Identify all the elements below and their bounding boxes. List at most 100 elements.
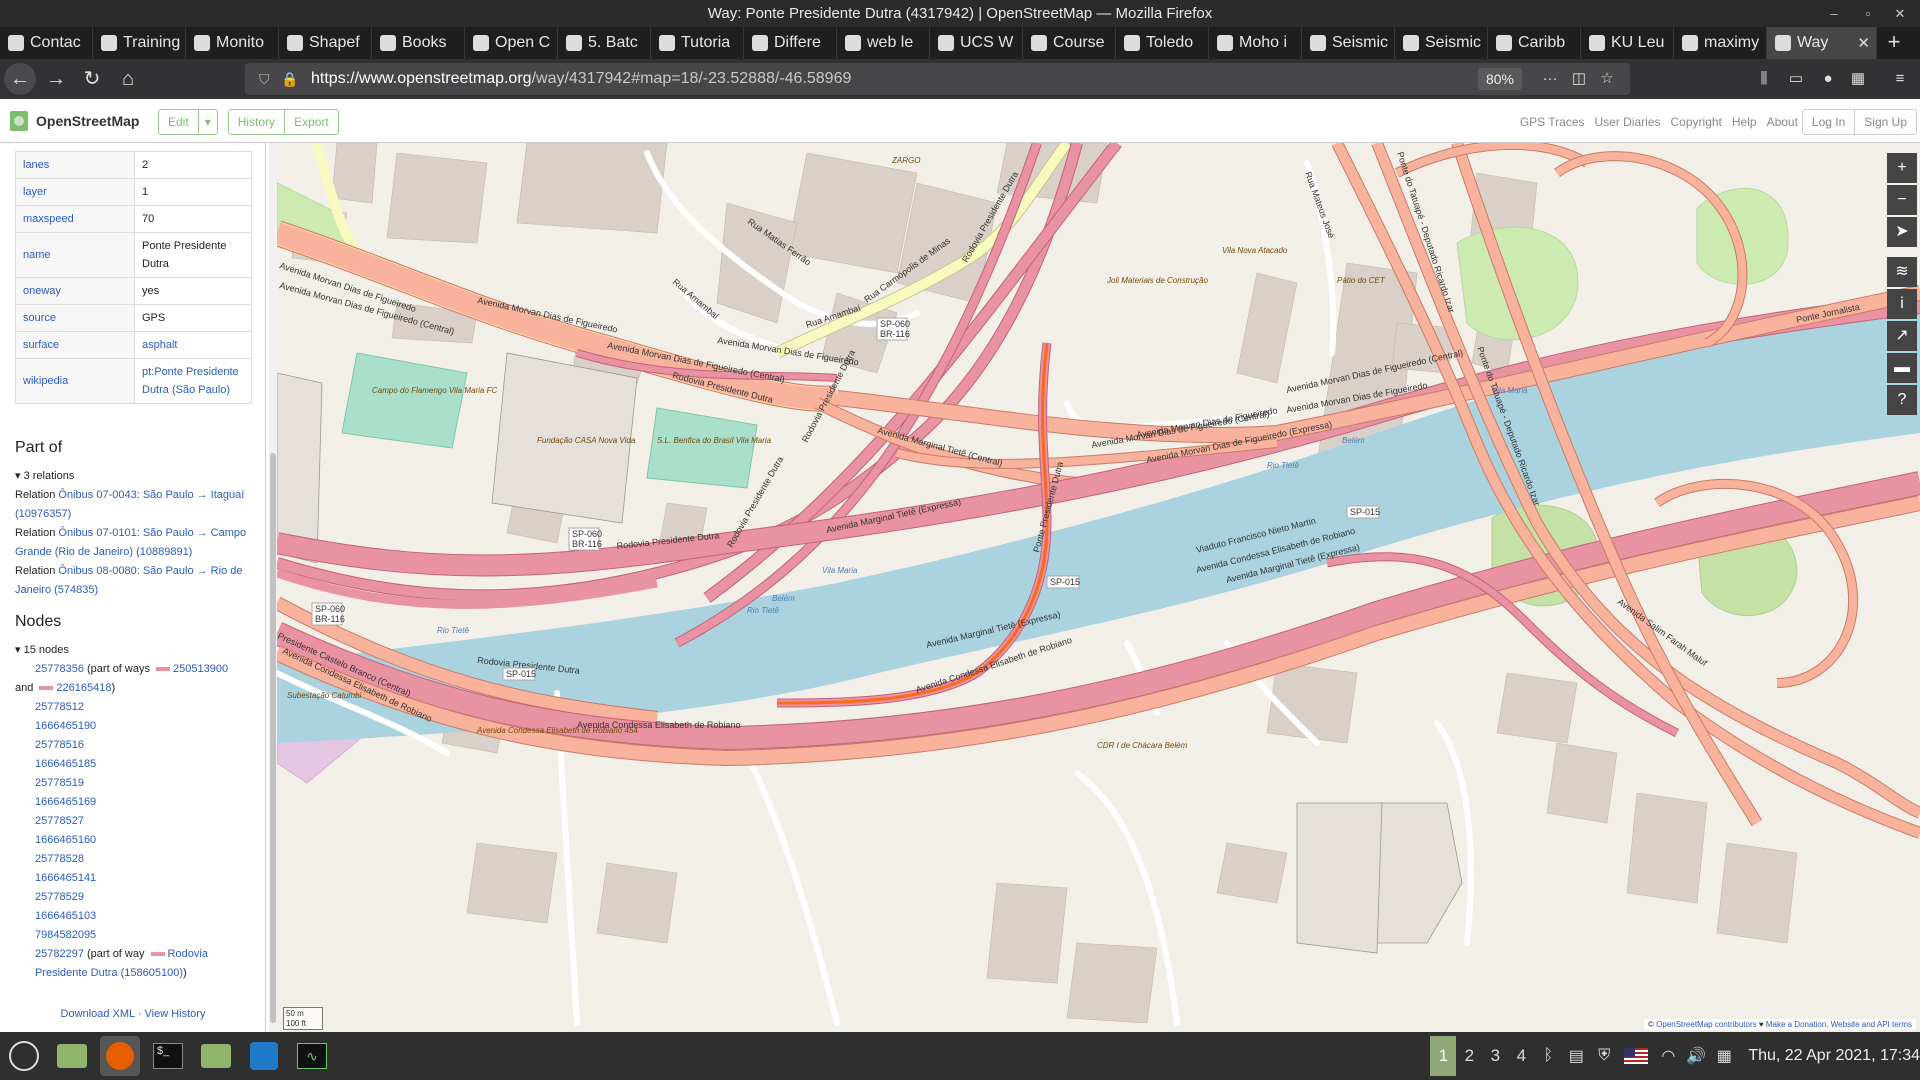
browser-tab[interactable]: Course (1023, 27, 1116, 59)
tag-key[interactable]: maxspeed (15, 205, 135, 233)
browser-tab[interactable]: 5. Batc (558, 27, 651, 59)
sidebar-toggle-icon[interactable]: ▭ (1784, 67, 1808, 91)
workspace-1[interactable]: 1 (1430, 1036, 1457, 1076)
browser-tab[interactable]: Moho i (1209, 27, 1302, 59)
attrib-link[interactable]: OpenStreetMap contributors (1656, 1020, 1757, 1029)
download-xml-link[interactable]: Download XML (61, 1008, 135, 1020)
donate-link[interactable]: Make a Donation (1766, 1020, 1826, 1029)
node-link[interactable]: 7984582095 (15, 926, 255, 945)
node-link[interactable]: 25778519 (15, 774, 255, 793)
browser-tab[interactable]: Books (372, 27, 465, 59)
map-canvas[interactable]: Avenida Morvan Dias de Figueiredo Avenid… (277, 143, 1920, 1032)
nav-link-user-diaries[interactable]: User Diaries (1595, 115, 1661, 129)
relation-id[interactable]: (10889891) (136, 546, 192, 558)
close-tab-icon[interactable]: ✕ (1857, 34, 1870, 52)
terms-link[interactable]: . Website and API terms (1826, 1020, 1912, 1029)
query-icon[interactable]: ? (1887, 385, 1917, 415)
signup-button[interactable]: Sign Up (1854, 109, 1917, 135)
tag-value[interactable]: asphalt (134, 331, 252, 359)
node-link[interactable]: 25778529 (15, 888, 255, 907)
browser-tab[interactable]: maximy (1674, 27, 1767, 59)
home-icon[interactable]: ⌂ (112, 63, 144, 95)
browser-tab[interactable]: web le (837, 27, 930, 59)
browser-tab[interactable]: Way ✕ (1767, 27, 1877, 59)
nav-link-copyright[interactable]: Copyright (1671, 115, 1722, 129)
mint-menu-icon[interactable] (4, 1036, 44, 1076)
bluetooth-icon[interactable]: ᛒ (1534, 1047, 1562, 1065)
browser-tab[interactable]: Caribb (1488, 27, 1581, 59)
node-link[interactable]: 25778512 (15, 698, 255, 717)
node-link[interactable]: 25778516 (15, 736, 255, 755)
browser-tab[interactable]: Shapef (279, 27, 372, 59)
shield-icon[interactable]: ⛉ (259, 71, 277, 88)
nav-link-gps-traces[interactable]: GPS Traces (1520, 115, 1585, 129)
node-link[interactable]: 1666465141 (15, 869, 255, 888)
volume-icon[interactable]: 🔊 (1682, 1046, 1710, 1066)
tag-key[interactable]: oneway (15, 277, 135, 305)
firefox-icon[interactable] (100, 1036, 140, 1076)
tag-key[interactable]: lanes (15, 151, 135, 179)
shield-tray-icon[interactable]: ⛨ (1590, 1047, 1618, 1065)
note-icon[interactable]: ▬ (1887, 353, 1917, 383)
node-link[interactable]: 1666465169 (15, 793, 255, 812)
sidebar-scrollbar[interactable] (269, 143, 277, 1032)
relation-link[interactable]: Ônibus 07-0043: São Paulo → Itaguaí (58, 489, 244, 501)
browser-tab[interactable]: Contac (0, 27, 93, 59)
tag-key[interactable]: surface (15, 331, 135, 359)
way-link[interactable]: 226165418 (56, 682, 111, 694)
browser-tab[interactable]: Tutoria (651, 27, 744, 59)
address-bar[interactable]: ⛉ 🔒 https://www.openstreetmap.org/way/43… (245, 63, 1630, 95)
export-button[interactable]: Export (284, 109, 339, 135)
extension-icon[interactable]: ● (1816, 67, 1840, 91)
library-icon[interactable]: ⫼ (1752, 67, 1776, 91)
new-tab-icon[interactable]: + (1877, 27, 1911, 59)
close-window-icon[interactable]: ✕ (1886, 0, 1914, 27)
node-link[interactable]: 25778527 (15, 812, 255, 831)
workspace-3[interactable]: 3 (1482, 1036, 1508, 1076)
node-link[interactable]: 25782297 (35, 948, 84, 960)
locate-icon[interactable]: ➤ (1887, 217, 1917, 247)
clock[interactable]: Thu, 22 Apr 2021, 17:34 (1748, 1047, 1920, 1065)
browser-tab[interactable]: Seismic (1302, 27, 1395, 59)
tag-key[interactable]: name (15, 232, 135, 278)
back-arrow-icon[interactable]: ← (4, 63, 36, 95)
nodes-toggle[interactable]: ▾ 15 nodes (15, 641, 255, 660)
tag-key[interactable]: layer (15, 178, 135, 206)
lock-icon[interactable]: 🔒 (281, 71, 299, 88)
browser-tab[interactable]: Toledo (1116, 27, 1209, 59)
workspace-4[interactable]: 4 (1508, 1036, 1534, 1076)
node-link[interactable]: 1666465185 (15, 755, 255, 774)
tag-key[interactable]: wikipedia (15, 358, 135, 404)
notes-icon[interactable]: ▦ (1710, 1046, 1738, 1066)
clipboard-icon[interactable]: ▤ (1562, 1046, 1590, 1066)
minimize-icon[interactable]: – (1820, 0, 1848, 27)
layers-icon[interactable]: ≋ (1887, 257, 1917, 287)
color-extension-icon[interactable]: ▦ (1846, 67, 1870, 91)
us-flag-icon[interactable] (1618, 1047, 1654, 1065)
browser-tab[interactable]: Open C (465, 27, 558, 59)
zoom-level[interactable]: 80% (1478, 68, 1522, 90)
tag-key[interactable]: source (15, 304, 135, 332)
zoom-in-icon[interactable]: + (1887, 153, 1917, 183)
reload-icon[interactable]: ↻ (76, 63, 108, 95)
view-history-link[interactable]: View History (145, 1008, 206, 1020)
share-icon[interactable]: ↗ (1887, 321, 1917, 351)
browser-tab[interactable]: Seismic (1395, 27, 1488, 59)
tag-value[interactable]: pt:Ponte Presidente Dutra (São Paulo) (134, 358, 252, 404)
edit-button[interactable]: Edit (158, 109, 199, 135)
wifi-icon[interactable]: ◠ (1654, 1046, 1682, 1066)
nav-link-help[interactable]: Help (1732, 115, 1757, 129)
terminal-icon[interactable]: $_ (148, 1036, 188, 1076)
relation-id[interactable]: (10976357) (15, 508, 71, 520)
way-link[interactable]: 250513900 (173, 663, 228, 675)
browser-tab[interactable]: Differe (744, 27, 837, 59)
page-actions-icon[interactable]: ··· (1538, 67, 1562, 91)
edit-dropdown-button[interactable]: ▾ (197, 109, 218, 135)
info-icon[interactable]: i (1887, 289, 1917, 319)
maximize-icon[interactable]: ▫ (1854, 0, 1882, 27)
browser-tab[interactable]: Monito (186, 27, 279, 59)
node-link[interactable]: 1666465160 (15, 831, 255, 850)
folder-icon[interactable] (196, 1036, 236, 1076)
system-monitor-icon[interactable]: ∿ (292, 1036, 332, 1076)
scrollbar-thumb[interactable] (270, 453, 276, 1023)
